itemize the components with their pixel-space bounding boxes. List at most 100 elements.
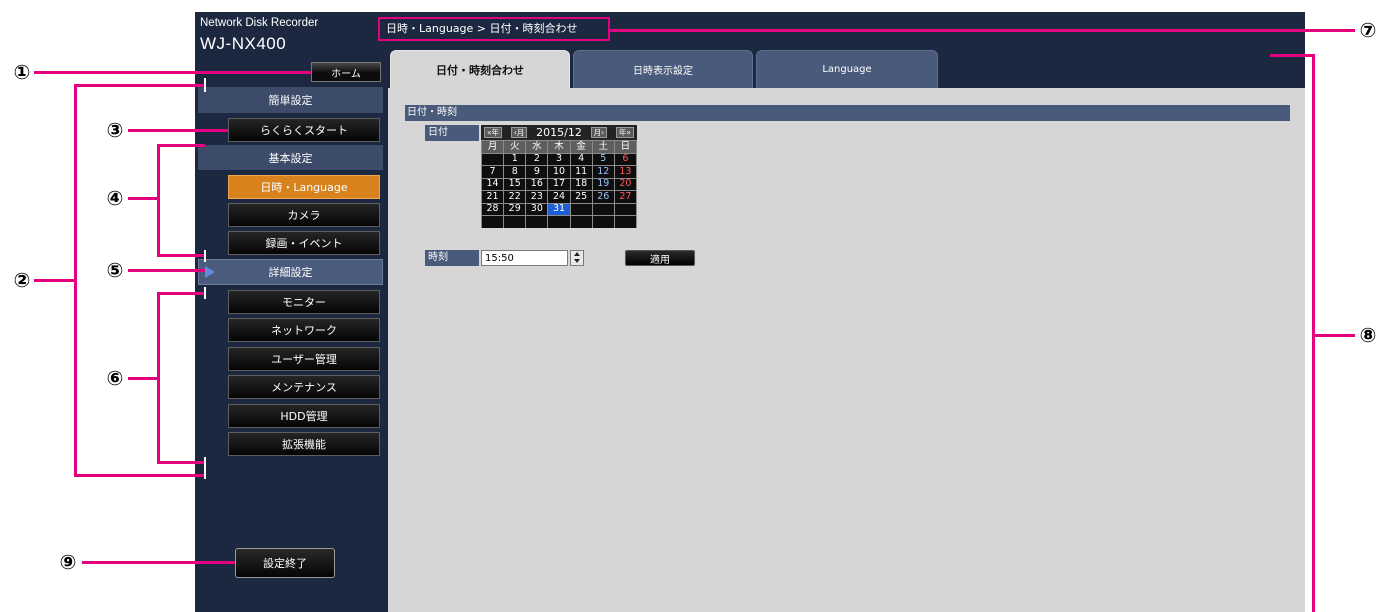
calendar-empty-cell [525,215,549,228]
callout-1: ① [13,60,31,84]
menu-item-monitor[interactable]: モニター [228,290,380,314]
menu-section-advanced-label: 詳細設定 [268,266,313,279]
bracket-2-top [74,84,205,87]
tab-date-display-settings[interactable]: 日時表示設定 [573,50,753,88]
time-label: 時刻 [425,250,479,266]
calendar-day-cell[interactable]: 18 [569,177,593,191]
calendar-day-cell[interactable]: 29 [503,202,527,216]
callout-7: ⑦ [1359,18,1377,42]
model-name: WJ-NX400 [200,34,287,53]
calendar-day-cell[interactable]: 2 [525,152,549,166]
callout-2: ② [13,268,31,292]
callout-3: ③ [106,118,124,142]
calendar-week-row: 7 8 9 10 11 12 13 [481,165,637,179]
calendar-day-cell[interactable]: 4 [569,152,593,166]
bracket-2-bottom [74,474,205,477]
prev-month-button[interactable]: ‹月 [510,127,528,138]
time-increment-button[interactable] [571,251,583,258]
calendar-day-cell[interactable]: 20 [613,177,637,191]
calendar-empty-cell [481,215,505,228]
callout-line-8 [1312,334,1355,337]
next-month-button[interactable]: 月› [590,127,608,138]
calendar-day-cell[interactable]: 19 [591,177,615,191]
menu-section-basic-setup[interactable]: 基本設定 [198,145,383,170]
calendar-day-cell[interactable]: 16 [525,177,549,191]
callout-4: ④ [106,186,124,210]
menu-item-hdd-management[interactable]: HDD管理 [228,404,380,428]
calendar-day-cell[interactable]: 6 [613,152,637,166]
calendar-day-cell[interactable]: 10 [547,165,571,179]
date-label: 日付 [425,125,479,141]
calendar-day-cell[interactable]: 13 [613,165,637,179]
callout-5: ⑤ [106,258,124,282]
calendar-empty-cell [591,215,615,228]
home-button[interactable]: ホーム [311,62,381,82]
calendar-day-cell[interactable]: 3 [547,152,571,166]
calendar-day-cell[interactable]: 17 [547,177,571,191]
calendar-day-cell[interactable]: 24 [547,190,571,204]
callout-9: ⑨ [59,550,77,574]
calendar-day-cell[interactable]: 31 [547,202,571,216]
calendar-day-cell[interactable]: 12 [591,165,615,179]
calendar-empty-cell [591,202,615,216]
calendar-day-cell[interactable]: 28 [481,202,505,216]
calendar-day-cell[interactable]: 11 [569,165,593,179]
menu-item-easy-start[interactable]: らくらくスタート [228,118,380,142]
calendar-nav: «年 ‹月 2015/12 月› 年» [481,125,637,140]
calendar-day-cell[interactable]: 5 [591,152,615,166]
calendar-day-cell[interactable]: 14 [481,177,505,191]
calendar-days: 1 2 3 4 5 6 7 8 9 10 11 12 13 14 15 16 17 18 19 20 21 22 23 24 2… [481,152,637,228]
sidebar: Network Disk Recorder WJ-NX400 ホーム 簡単設定 … [195,12,388,612]
weekday-header-row: 月 火 水 木 金 土 日 [481,140,637,154]
calendar-week-row: 21 22 23 24 25 26 27 [481,190,637,204]
menu-item-recording-event[interactable]: 録画・イベント [228,231,380,255]
product-name: Network Disk Recorder [200,17,319,29]
callout-line-5 [128,269,205,272]
tab-language[interactable]: Language [756,50,938,88]
calendar-grid: 月 火 水 木 金 土 日 1 2 3 4 5 6 7 8 9 10 11 12 13 14 15 16 17 1… [481,140,637,228]
calendar-day-cell[interactable]: 15 [503,177,527,191]
time-input[interactable] [481,250,568,266]
menu-item-camera[interactable]: カメラ [228,203,380,227]
next-year-button[interactable]: 年» [615,127,634,138]
apply-button[interactable]: 適用 [625,250,695,266]
menu-item-extensions[interactable]: 拡張機能 [228,432,380,456]
calendar-empty-cell [613,215,637,228]
calendar-day-cell[interactable]: 7 [481,165,505,179]
callout-8: ⑧ [1359,323,1377,347]
date-calendar: «年 ‹月 2015/12 月› 年» 月 火 水 木 金 土 日 123456… [481,125,637,228]
time-spinner [570,250,584,266]
section-title-date-time: 日付・時刻 [405,105,1290,121]
calendar-day-cell[interactable]: 30 [525,202,549,216]
menu-item-user-management[interactable]: ユーザー管理 [228,347,380,371]
calendar-empty-cell [613,202,637,216]
menu-item-maintenance[interactable]: メンテナンス [228,375,380,399]
exit-settings-button[interactable]: 設定終了 [235,548,335,578]
bracket-4-vertical [157,144,160,257]
calendar-day-cell[interactable]: 25 [569,190,593,204]
prev-year-button[interactable]: «年 [484,127,503,138]
calendar-day-cell[interactable]: 9 [525,165,549,179]
calendar-day-cell[interactable]: 1 [503,152,527,166]
tab-date-time-adjust[interactable]: 日付・時刻合わせ [390,50,570,88]
weekday-header: 水 [525,140,549,154]
calendar-week-row: 28 29 30 31 [481,202,637,216]
time-decrement-button[interactable] [571,258,583,265]
calendar-day-cell[interactable]: 21 [481,190,505,204]
callout-line-4 [128,197,158,200]
settings-panel: 日付・時刻 日付 «年 ‹月 2015/12 月› 年» 月 火 水 木 金 土… [388,88,1305,612]
menu-item-datetime-language[interactable]: 日時・Language [228,175,380,199]
calendar-day-cell[interactable]: 23 [525,190,549,204]
calendar-day-cell[interactable]: 26 [591,190,615,204]
calendar-day-cell[interactable]: 8 [503,165,527,179]
calendar-week-row: 14 15 16 17 18 19 20 [481,177,637,191]
calendar-day-cell[interactable]: 27 [613,190,637,204]
triangle-right-icon [205,266,215,278]
calendar-week-row [481,215,637,228]
calendar-day-cell[interactable]: 22 [503,190,527,204]
menu-item-network[interactable]: ネットワーク [228,318,380,342]
menu-section-easy-setup[interactable]: 簡単設定 [198,87,383,113]
menu-section-advanced-setup[interactable]: 詳細設定 [198,259,383,285]
weekday-header: 土 [591,140,615,154]
calendar-empty-cell [569,202,593,216]
